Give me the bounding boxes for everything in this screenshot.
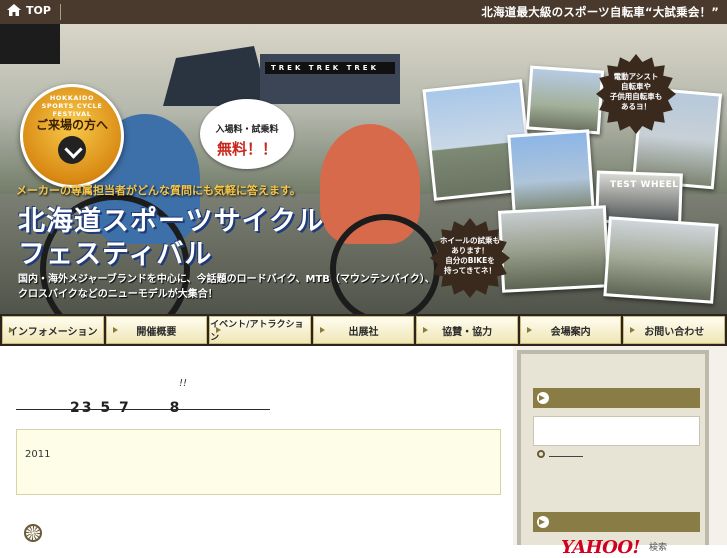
arrow-right-icon	[537, 392, 549, 404]
nav-item-events[interactable]: イベント/アトラクション	[209, 316, 311, 344]
notice-year: 2011	[25, 449, 51, 460]
arrow-icon	[526, 327, 532, 333]
event-date: 23 5 7 8	[70, 400, 182, 416]
sidebar-header	[533, 512, 700, 532]
arrow-icon	[319, 327, 325, 333]
event-photo	[525, 65, 605, 135]
nav-item-information[interactable]: インフォメーション	[2, 316, 104, 344]
ring-icon	[537, 450, 545, 458]
hero-description: 国内・海外メジャーブランドを中心に、今話題のロードバイク、MTB（マウンテンバイ…	[18, 274, 435, 285]
starburst-text: 電動アシスト 自転車や 子供用自転車も あるヨ！	[609, 72, 663, 111]
sidebar-link[interactable]	[537, 450, 583, 458]
nav-label: 出展社	[348, 326, 379, 338]
visitor-badge-label[interactable]: ご来場の方へ	[24, 116, 120, 133]
logo-line: HOKKAIDO	[49, 94, 95, 102]
nav-label: 開催概要	[136, 326, 177, 338]
nav-item-sponsors[interactable]: 協賛・協力	[416, 316, 518, 344]
bubble-line: 入場料・試乗料	[215, 125, 279, 135]
nav-label: お問い合わせ	[644, 326, 705, 338]
nav-item-contact[interactable]: お問い合わせ	[623, 316, 726, 344]
logo-line: SPORTS CYCLE	[41, 102, 103, 110]
site-tagline: 北海道最大級のスポーツ自転車“大試乗会！”	[481, 5, 719, 19]
test-wheel-sign: TEST WHEEL	[610, 180, 679, 190]
sponsor-banner: TREK TREK TREK	[265, 62, 395, 74]
arrow-icon	[630, 327, 636, 333]
arrow-icon	[112, 327, 118, 333]
nav-label: イベント/アトラクション	[210, 320, 304, 343]
yahoo-logo[interactable]: YAHOO!	[561, 537, 640, 558]
content-column: !! 23 5 7 8 2011	[0, 346, 513, 545]
nav-item-exhibitors[interactable]: 出展社	[312, 316, 415, 344]
tent	[0, 24, 60, 64]
main-nav: インフォメーション 開催概要 イベント/アトラクション 出展社 協賛・協力 会場…	[0, 314, 727, 346]
nav-label: 会場案内	[550, 326, 591, 338]
wheel-icon	[24, 524, 42, 542]
sidebar: YAHOO! 検索	[517, 350, 709, 558]
top-label: TOP	[26, 3, 51, 17]
heading-mark: !!	[179, 378, 188, 389]
notice-box: 2011	[16, 429, 501, 495]
nav-label: インフォメーション	[8, 326, 98, 338]
home-icon	[7, 4, 21, 16]
arrow-icon	[9, 327, 14, 333]
top-link[interactable]: TOP	[6, 3, 51, 17]
nav-item-overview[interactable]: 開催概要	[105, 316, 208, 344]
hero-banner: TREK TREK TREK HOKKAIDO SPORTS CYCLE FES…	[0, 24, 727, 314]
yahoo-search-label: 検索	[649, 543, 668, 553]
divider	[60, 4, 61, 20]
event-photo	[603, 216, 719, 304]
bubble-free-label: 無料！！	[216, 140, 277, 158]
arrow-down-icon[interactable]	[58, 136, 86, 164]
link-underline	[549, 455, 583, 457]
nav-label: 協賛・協力	[442, 326, 493, 338]
heading-underline	[16, 409, 270, 410]
arrow-right-icon	[537, 516, 549, 528]
arrow-icon	[423, 327, 429, 333]
festival-logo: HOKKAIDO SPORTS CYCLE FESTIVAL	[26, 94, 118, 118]
sidebar-header	[533, 388, 700, 408]
bicycle-wheel	[330, 214, 440, 314]
event-photo	[507, 129, 595, 217]
hero-title-line2: フェスティバル	[18, 239, 213, 270]
arrow-icon	[216, 327, 222, 333]
hero-description: クロスバイクなどのニューモデルが大集合！	[18, 289, 218, 300]
nav-item-venue[interactable]: 会場案内	[519, 316, 622, 344]
starburst-text: ホイールの試乗も あります！ 自分のBIKEを 持ってきてネ！	[440, 236, 500, 275]
top-bar: TOP 北海道最大級のスポーツ自転車“大試乗会！”	[0, 0, 727, 24]
hero-subtitle: メーカーの専属担当者がどんな質問にも気軽に答えます。	[16, 184, 301, 197]
event-photo	[497, 205, 611, 293]
sidebar-box	[533, 416, 700, 446]
